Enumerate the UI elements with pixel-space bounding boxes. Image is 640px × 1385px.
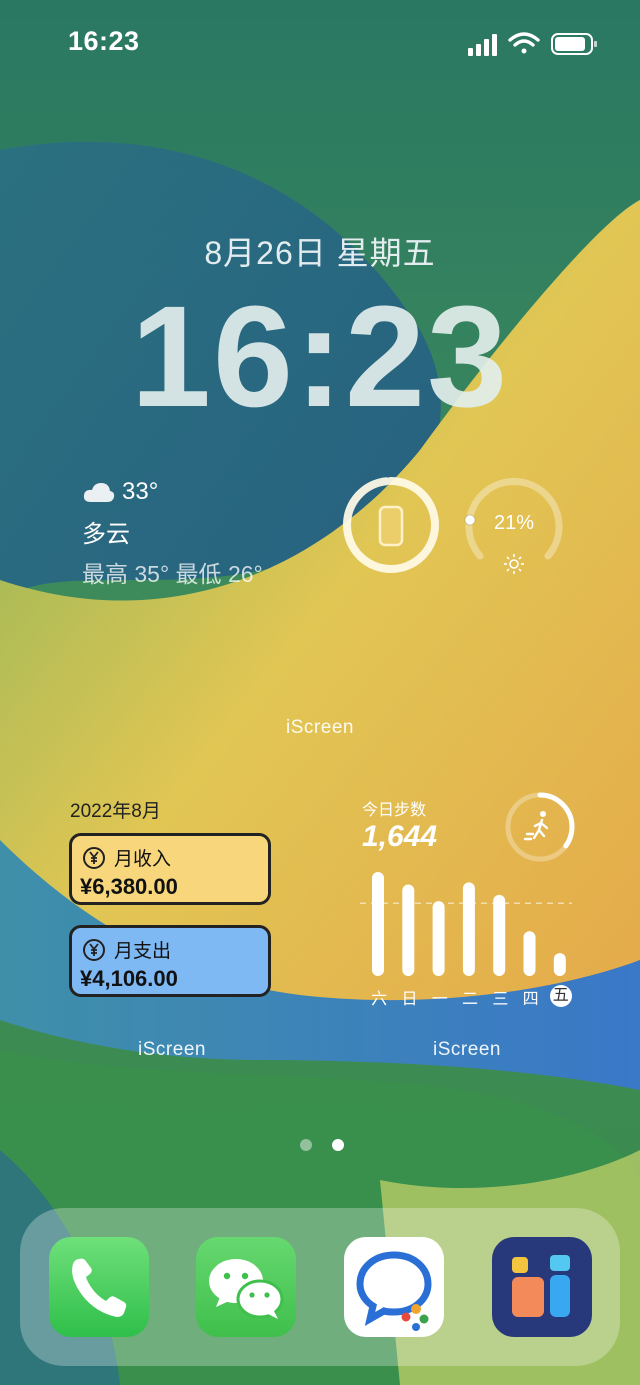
wifi-icon	[508, 32, 540, 54]
brightness-percent: 21%	[493, 512, 535, 534]
steps-day-label: 日	[401, 991, 418, 1008]
yuan-in-icon	[83, 847, 105, 869]
widget-label-right: iScreen	[433, 1039, 501, 1060]
expense-label: 月支出	[114, 941, 172, 962]
lock-date: 8月26日 星期五	[204, 235, 436, 271]
page-dot-2[interactable]	[332, 1139, 344, 1151]
expense-amount: ¥4,106.00	[80, 966, 178, 991]
chat-bubble-icon	[356, 1251, 432, 1331]
steps-day-label: 六	[371, 991, 388, 1008]
income-card[interactable]: 月收入 ¥6,380.00	[69, 833, 271, 905]
yuan-out-icon	[83, 939, 105, 961]
income-amount: ¥6,380.00	[80, 874, 178, 899]
steps-day-label: 二	[462, 991, 479, 1008]
steps-value: 1,644	[362, 820, 438, 853]
expense-card[interactable]: 月支出 ¥4,106.00	[69, 925, 271, 997]
status-bar-time: 16:23	[68, 26, 140, 56]
cloud-icon	[83, 483, 115, 502]
steps-bar-四	[523, 931, 536, 976]
walking-icon	[523, 811, 549, 841]
lock-clock: 16:23	[130, 276, 510, 437]
steps-day-label: 三	[492, 991, 509, 1008]
steps-ring	[505, 792, 575, 862]
steps-day-label: 五	[549, 985, 572, 1007]
sun-icon	[504, 554, 524, 574]
steps-day-label: 四	[522, 991, 539, 1008]
steps-bar-五	[553, 953, 566, 976]
phone-app-icon[interactable]	[49, 1237, 149, 1337]
wallpaper	[0, 0, 640, 1385]
chat-app-icon[interactable]	[344, 1237, 444, 1337]
iscreen-app-icon[interactable]	[492, 1237, 592, 1337]
finance-month: 2022年8月	[70, 801, 161, 822]
steps-day-label: 一	[431, 991, 448, 1008]
iscreen-blocks-icon	[512, 1255, 570, 1317]
weather-range: 最高 35° 最低 26°	[82, 561, 263, 587]
battery-ring-widget[interactable]	[340, 474, 442, 576]
cellular-signal-icon	[468, 34, 497, 56]
wechat-bubbles-icon	[209, 1259, 284, 1319]
steps-day-labels: 六日一二三四五	[364, 985, 576, 1009]
battery-icon	[551, 33, 597, 55]
weather-temperature: 33°	[122, 478, 159, 505]
page-indicator[interactable]	[300, 1139, 344, 1151]
widget-label-top: iScreen	[286, 717, 354, 738]
phone-icon	[378, 505, 404, 547]
wechat-app-icon[interactable]	[196, 1237, 296, 1337]
steps-bar-三	[493, 894, 506, 976]
weather-condition: 多云	[82, 521, 130, 548]
weather-widget[interactable]: 33° 多云 最高 35° 最低 26°	[82, 478, 263, 589]
page-dot-1[interactable]	[300, 1139, 312, 1151]
income-label: 月收入	[114, 849, 172, 870]
steps-label: 今日步数	[362, 802, 427, 819]
steps-bar-日	[402, 884, 415, 976]
phone-handset-icon	[72, 1258, 127, 1317]
steps-bar-一	[432, 901, 445, 976]
widget-label-left: iScreen	[138, 1039, 206, 1060]
status-icons	[468, 32, 597, 56]
steps-bar-六	[372, 872, 384, 976]
steps-bar-二	[462, 882, 475, 976]
